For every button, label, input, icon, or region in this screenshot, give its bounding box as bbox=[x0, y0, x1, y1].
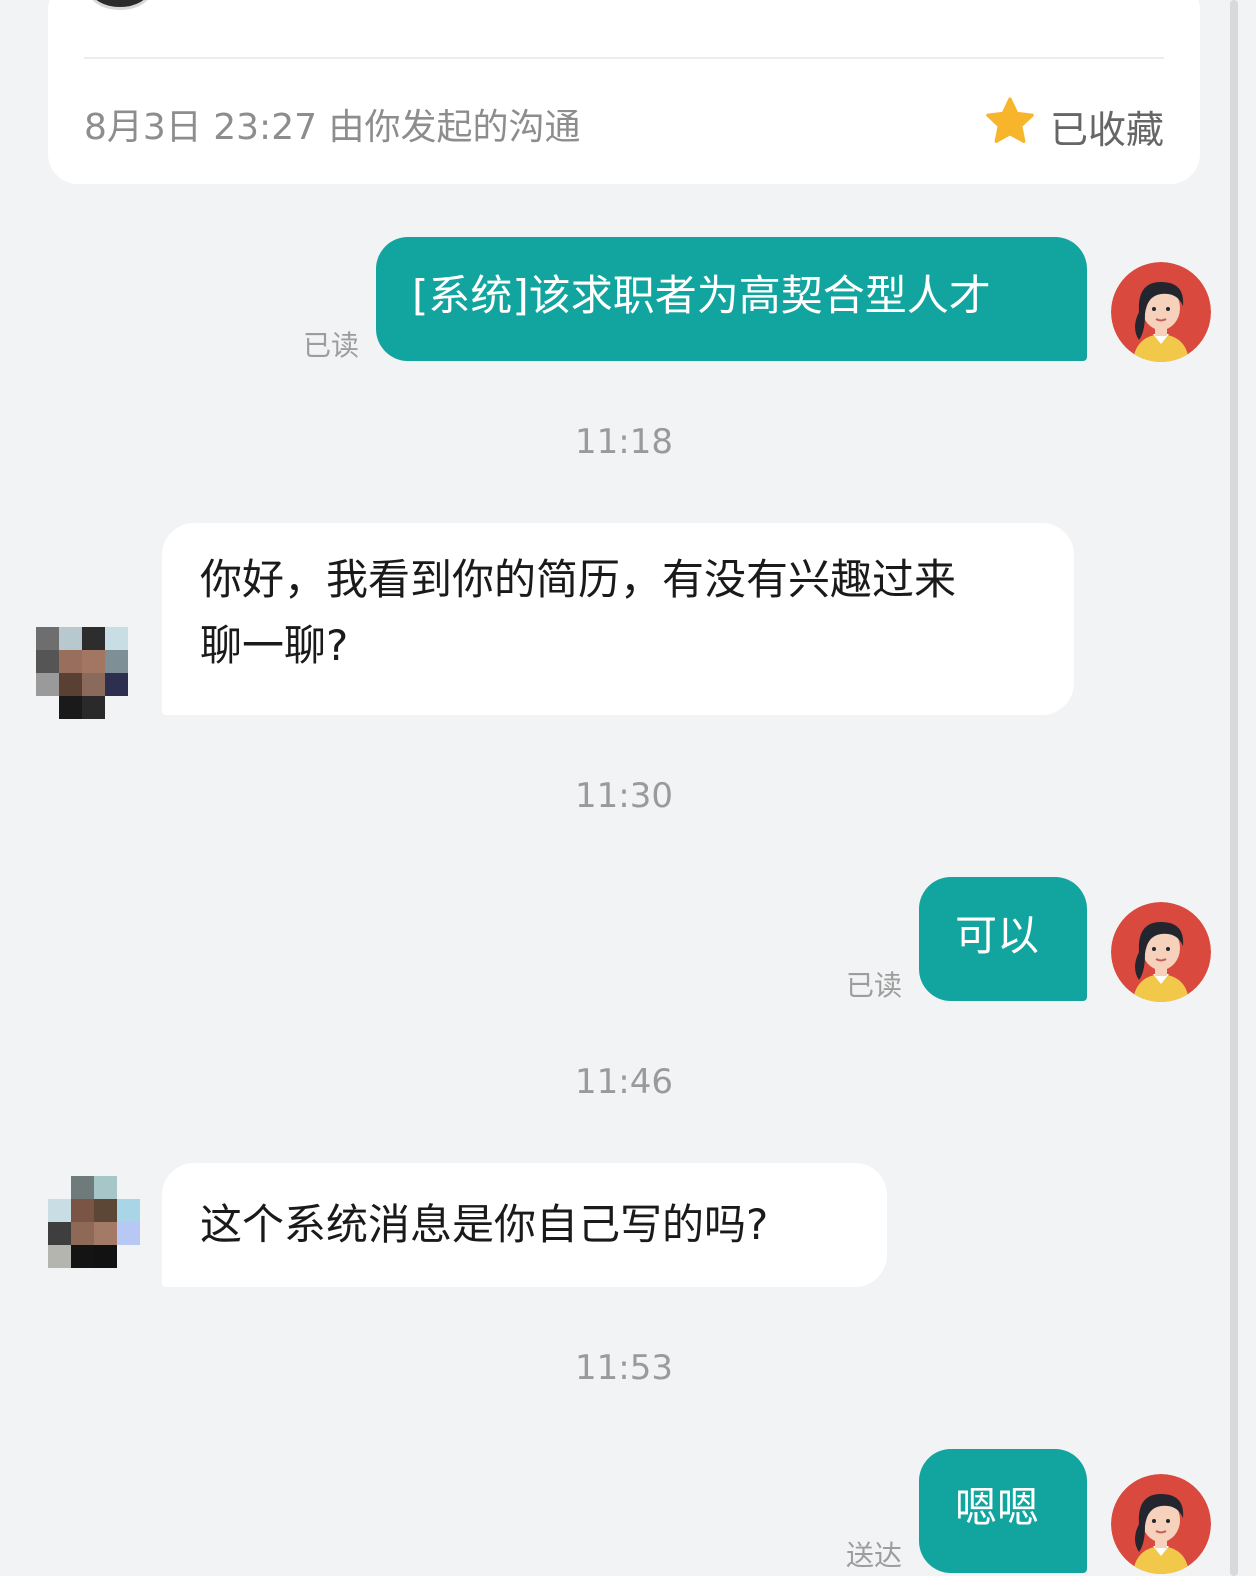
outgoing-message-bubble[interactable]: 嗯嗯 bbox=[919, 1449, 1087, 1573]
conversation-meta: 8月3日 23:27 由你发起的沟通 bbox=[84, 107, 581, 148]
my-avatar[interactable] bbox=[1111, 1474, 1211, 1574]
timestamp: 11:18 bbox=[575, 422, 673, 462]
timestamp: 11:53 bbox=[575, 1348, 673, 1388]
read-status: 已读 bbox=[303, 329, 360, 362]
timestamp: 11:46 bbox=[575, 1062, 673, 1102]
contact-avatar[interactable] bbox=[48, 1176, 148, 1276]
favorite-button[interactable]: 已收藏 bbox=[982, 94, 1164, 159]
outgoing-message-bubble[interactable]: [系统]该求职者为高契合型人才 bbox=[376, 237, 1087, 361]
message-line: 聊一聊? bbox=[200, 621, 349, 670]
header-divider bbox=[84, 57, 1164, 59]
favorite-label: 已收藏 bbox=[1049, 108, 1164, 152]
incoming-message-bubble[interactable]: 你好，我看到你的简历，有没有兴趣过来 聊一聊? bbox=[162, 523, 1074, 715]
star-icon bbox=[982, 94, 1038, 159]
my-avatar[interactable] bbox=[1111, 902, 1211, 1002]
scrollbar[interactable] bbox=[1230, 0, 1238, 1576]
read-status: 已读 bbox=[846, 969, 903, 1002]
my-avatar[interactable] bbox=[1111, 262, 1211, 362]
outgoing-message-bubble[interactable]: 可以 bbox=[919, 877, 1087, 1001]
contact-avatar[interactable] bbox=[36, 627, 136, 727]
delivery-status: 送达 bbox=[846, 1539, 903, 1572]
incoming-message-bubble[interactable]: 这个系统消息是你自己写的吗? bbox=[162, 1163, 887, 1287]
timestamp: 11:30 bbox=[575, 776, 673, 816]
message-line: 你好，我看到你的简历，有没有兴趣过来 bbox=[200, 555, 957, 604]
